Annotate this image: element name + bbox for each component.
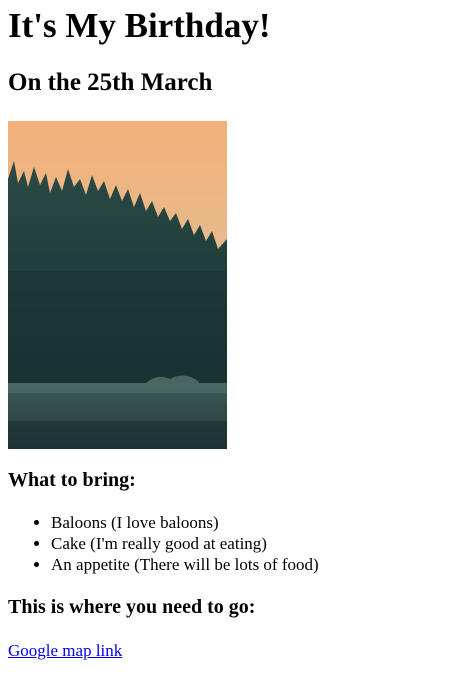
list-item: Baloons (I love baloons)	[51, 512, 319, 533]
list-item: Cake (I'm really good at eating)	[51, 533, 319, 554]
google-map-link[interactable]: Google map link	[8, 640, 122, 661]
date-heading: On the 25th March	[8, 69, 213, 96]
location-heading: This is where you need to go:	[8, 596, 256, 618]
forest-photo	[8, 121, 227, 449]
what-to-bring-heading: What to bring:	[8, 469, 136, 491]
page-title: It's My Birthday!	[8, 6, 271, 45]
bring-list: Baloons (I love baloons) Cake (I'm reall…	[0, 512, 319, 575]
list-item: An appetite (There will be lots of food)	[51, 554, 319, 575]
